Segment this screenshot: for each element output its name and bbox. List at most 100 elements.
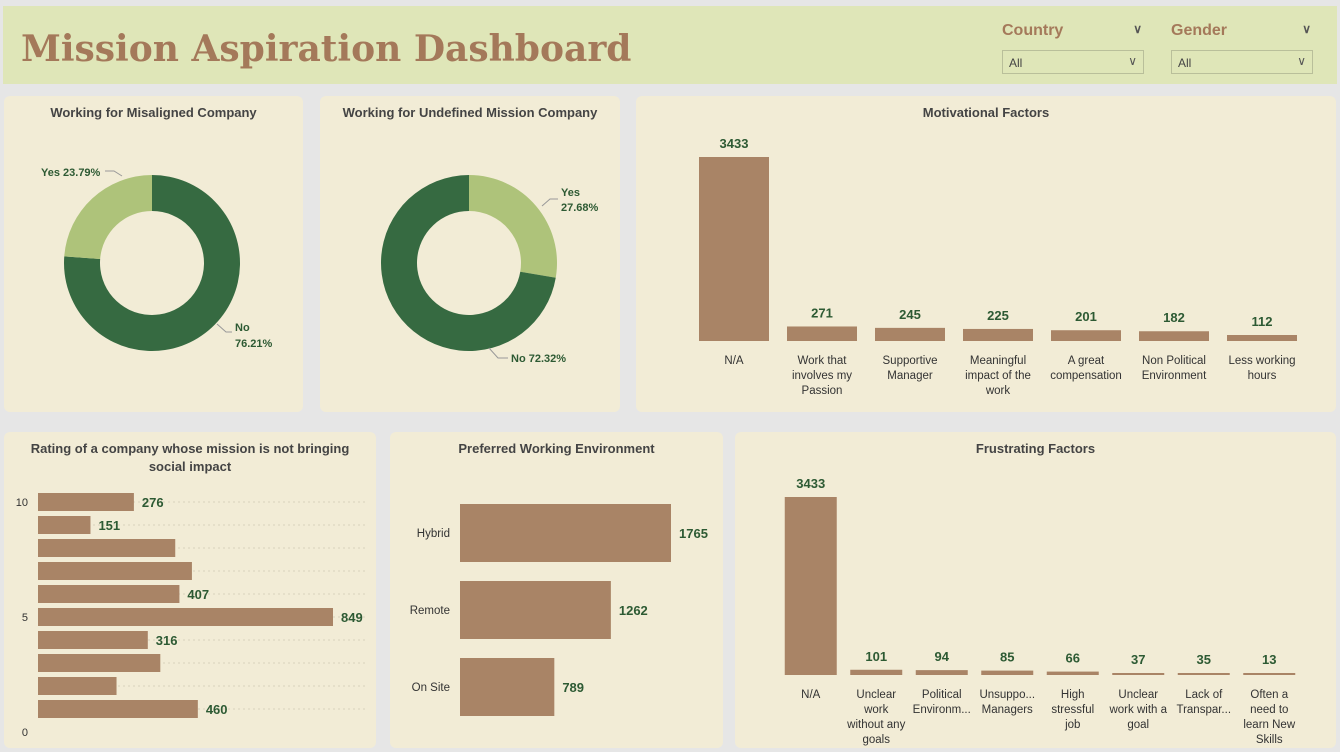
- country-dropdown-value: All: [1009, 56, 1023, 70]
- category-label: Political Environm...: [913, 689, 971, 716]
- data-label: 1262: [619, 603, 648, 618]
- bar: [38, 562, 192, 580]
- motivational-bar-chart: 3433 N/A 271 Work that involves my Passion 245…: [699, 136, 1297, 397]
- category-label: Supportive Manager: [883, 355, 938, 382]
- leader-line: [488, 347, 508, 359]
- category-label: Non Political Environment: [1142, 355, 1207, 382]
- bar: [787, 326, 857, 341]
- category-label: Work that involves my Passion: [792, 355, 852, 397]
- y-tick-label: 5: [22, 612, 28, 624]
- environment-card: Preferred Working Environment 1765 Hybrid…: [390, 432, 723, 748]
- leader-line: [541, 198, 558, 207]
- misaligned-card: Working for Misaligned Company Yes 23.79…: [4, 96, 303, 412]
- data-label: 460: [206, 702, 228, 717]
- bar: [1227, 334, 1297, 341]
- country-dropdown[interactable]: All ∨: [1002, 50, 1144, 74]
- rating-card: Rating of a company whose mission is not…: [4, 432, 376, 748]
- bar: [460, 581, 611, 639]
- slice-label-no: No 72.32%: [511, 353, 566, 365]
- environment-bar-chart: 1765 Hybrid 1262 Remote 789 On Site: [410, 504, 708, 716]
- bar: [1243, 673, 1296, 675]
- country-slicer-label: Country: [1002, 22, 1064, 39]
- bar: [38, 700, 198, 718]
- chevron-down-icon: ∨: [1297, 54, 1306, 68]
- data-label: 3433: [796, 476, 825, 491]
- data-label: 3433: [720, 136, 749, 151]
- country-slicer[interactable]: Country ∨ All ∨: [1002, 22, 1144, 74]
- data-label: 316: [156, 633, 178, 648]
- category-label: N/A: [724, 355, 744, 367]
- undefined-donut-chart: Yes 27.68% No 72.32%: [381, 175, 599, 365]
- gender-dropdown-value: All: [1178, 56, 1192, 70]
- leader-line: [105, 170, 123, 177]
- category-label: Less working hours: [1228, 355, 1295, 382]
- slice-label-yes-value: 27.68%: [561, 202, 599, 214]
- bar: [38, 585, 180, 603]
- gender-dropdown[interactable]: All ∨: [1171, 50, 1313, 74]
- category-label: High stressful job: [1051, 689, 1094, 731]
- data-label: 225: [987, 308, 1009, 323]
- chevron-down-icon[interactable]: ∨: [1302, 22, 1311, 36]
- category-label: A great compensation: [1050, 355, 1122, 382]
- bar: [38, 677, 117, 695]
- bar: [1112, 673, 1165, 675]
- frustrating-card: Frustrating Factors 3433 N/A 101 Unclear wor…: [735, 432, 1336, 748]
- bar: [460, 658, 555, 716]
- page-title: Mission Aspiration Dashboard: [21, 28, 632, 70]
- bar: [1051, 330, 1121, 341]
- bar: [38, 631, 148, 649]
- bar: [1139, 331, 1209, 341]
- bar: [460, 504, 671, 562]
- bar: [963, 328, 1033, 341]
- category-label: Unclear work with a goal: [1108, 689, 1167, 731]
- data-label: 94: [935, 649, 950, 664]
- data-label: 85: [1000, 650, 1014, 665]
- bar: [1177, 673, 1230, 675]
- bar: [875, 327, 945, 341]
- y-tick-label: 0: [22, 727, 28, 739]
- bar: [38, 654, 161, 672]
- data-label: 66: [1066, 651, 1080, 666]
- category-label: On Site: [412, 682, 450, 694]
- gender-slicer[interactable]: Gender ∨ All ∨: [1171, 22, 1313, 74]
- chevron-down-icon: ∨: [1128, 54, 1137, 68]
- bar: [784, 497, 837, 675]
- donut-slice-yes: [469, 175, 557, 278]
- category-label: Unsuppo... Managers: [979, 689, 1035, 716]
- data-label: 151: [98, 518, 120, 533]
- bar: [981, 670, 1034, 675]
- rating-bar-chart: 276 151 407 849 316 460 10 5 0: [16, 493, 366, 739]
- category-label: Meaningful impact of the work: [965, 355, 1031, 397]
- data-label: 271: [811, 305, 833, 320]
- undefined-card: Working for Undefined Mission Company Ye…: [320, 96, 620, 412]
- category-label: Hybrid: [417, 528, 450, 540]
- data-label: 37: [1131, 652, 1145, 667]
- frustrating-bar-chart: 3433 N/A 101 Unclear work without any goals 94 P…: [784, 476, 1296, 746]
- data-label: 13: [1262, 652, 1276, 667]
- category-label: N/A: [801, 689, 821, 701]
- data-label: 276: [142, 495, 164, 510]
- slice-label-yes: Yes 23.79%: [41, 167, 101, 179]
- donut-slice-yes: [64, 175, 152, 260]
- bar: [38, 516, 91, 534]
- category-label: Remote: [410, 605, 450, 617]
- data-label: 245: [899, 307, 921, 322]
- category-label: Unclear work without any goals: [846, 689, 905, 746]
- category-label: Lack of Transpar...: [1176, 689, 1231, 716]
- slice-label-no-value: 76.21%: [235, 338, 273, 350]
- bar: [38, 608, 333, 626]
- bar: [38, 539, 176, 557]
- bar: [38, 493, 134, 511]
- data-label: 101: [865, 649, 887, 664]
- data-label: 182: [1163, 310, 1185, 325]
- misaligned-donut-chart: Yes 23.79% No 76.21%: [41, 167, 273, 351]
- chevron-down-icon[interactable]: ∨: [1133, 22, 1142, 36]
- header-bar: Mission Aspiration Dashboard Country ∨ Al…: [3, 6, 1337, 84]
- bar: [699, 157, 769, 341]
- slice-label-yes: Yes: [561, 187, 580, 199]
- gender-slicer-label: Gender: [1171, 22, 1228, 39]
- data-label: 201: [1075, 309, 1097, 324]
- data-label: 1765: [679, 526, 708, 541]
- slice-label-no: No: [235, 322, 250, 334]
- leader-line: [216, 323, 232, 333]
